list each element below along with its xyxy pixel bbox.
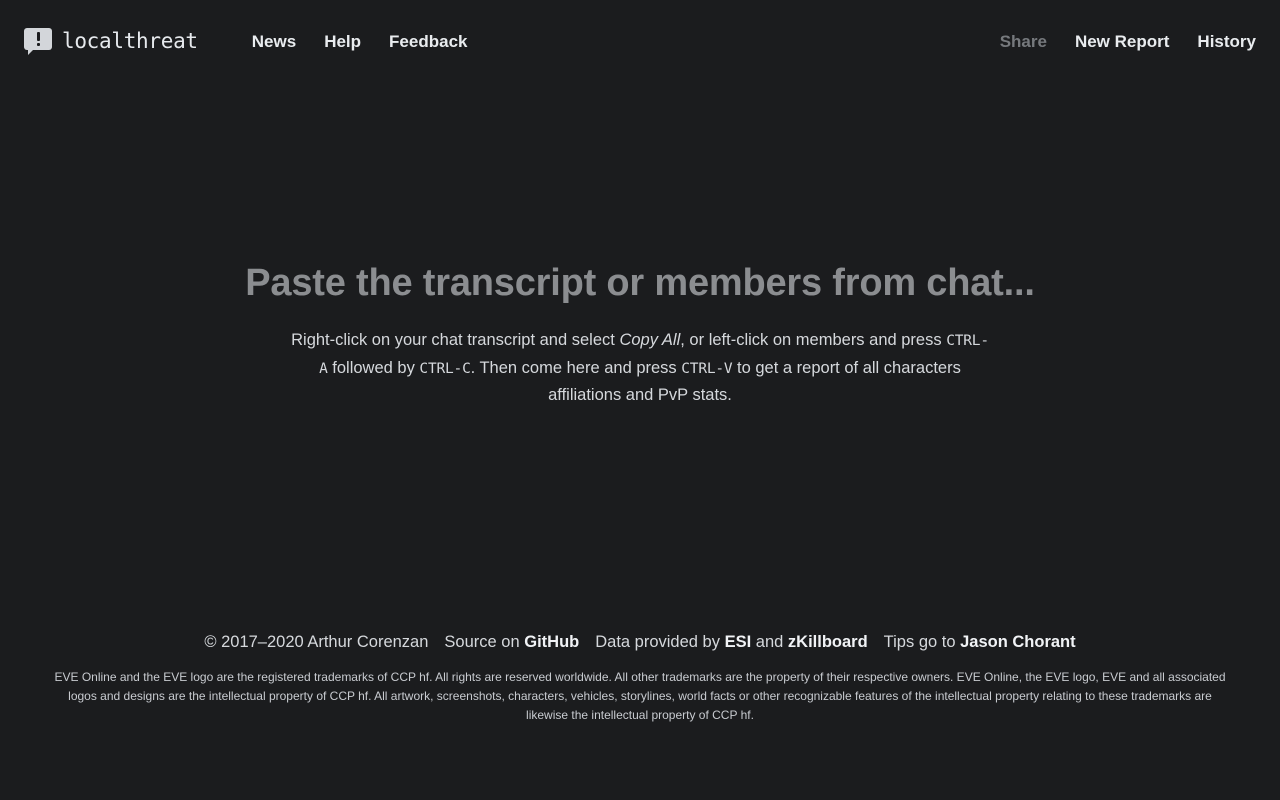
instructions-text-2: , or left-click on members and press <box>680 331 947 350</box>
instructions-emphasis: Copy All <box>619 331 681 350</box>
keyboard-shortcut-paste: CTRL-V <box>681 360 733 377</box>
site-footer: © 2017–2020 Arthur Corenzan Source on Git… <box>0 630 1280 725</box>
nav-link-news[interactable]: News <box>252 33 296 50</box>
instructions-text-4: . Then come here and press <box>470 358 682 377</box>
legal-disclaimer: EVE Online and the EVE logo are the regi… <box>54 670 1226 722</box>
primary-nav: News Help Feedback <box>252 33 468 50</box>
empty-state[interactable]: Paste the transcript or members from cha… <box>0 82 1280 630</box>
footer-link-esi[interactable]: ESI <box>725 633 752 651</box>
secondary-nav: Share New Report History <box>1000 33 1256 50</box>
nav-link-history[interactable]: History <box>1197 33 1256 50</box>
brand-name: localthreat <box>62 28 198 53</box>
nav-link-new-report[interactable]: New Report <box>1075 33 1169 50</box>
footer-source-prefix: Source on <box>444 633 520 651</box>
nav-link-help[interactable]: Help <box>324 33 361 50</box>
keyboard-shortcut-copy: CTRL-C <box>419 360 471 377</box>
nav-link-feedback[interactable]: Feedback <box>389 33 467 50</box>
footer-credits: © 2017–2020 Arthur Corenzan Source on Git… <box>24 630 1256 654</box>
footer-copyright: © 2017–2020 Arthur Corenzan <box>204 633 429 651</box>
instructions-text-3: followed by <box>327 358 420 377</box>
footer-link-zkillboard[interactable]: zKillboard <box>788 633 868 651</box>
footer-tips-prefix: Tips go to <box>883 633 956 651</box>
instructions-text-1: Right-click on your chat transcript and … <box>291 331 620 350</box>
page-title: Paste the transcript or members from cha… <box>245 262 1035 305</box>
speech-bubble-alert-icon <box>24 28 52 55</box>
nav-link-share[interactable]: Share <box>1000 33 1047 50</box>
footer-link-github[interactable]: GitHub <box>524 633 579 651</box>
footer-data-prefix: Data provided by <box>595 633 720 651</box>
site-header: localthreat News Help Feedback Share New… <box>0 0 1280 82</box>
footer-link-jason-chorant[interactable]: Jason Chorant <box>960 633 1076 651</box>
empty-state-instructions: Right-click on your chat transcript and … <box>290 327 990 409</box>
brand-logo-link[interactable]: localthreat <box>24 28 198 55</box>
footer-data-conjunction: and <box>755 633 784 651</box>
